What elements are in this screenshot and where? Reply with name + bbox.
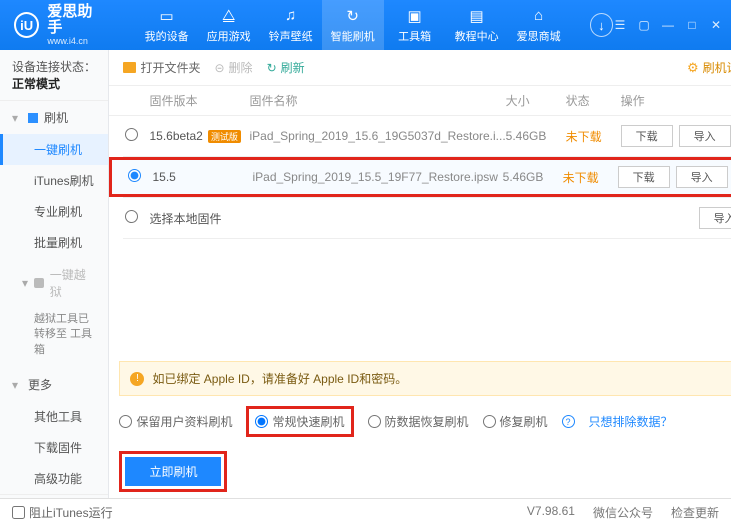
sidebar-item-other[interactable]: 其他工具: [0, 401, 108, 432]
opt-repair[interactable]: 修复刷机: [483, 413, 548, 430]
opt-keep-data[interactable]: 保留用户资料刷机: [119, 413, 232, 430]
flash-settings-button[interactable]: ⚙刷机设置: [687, 59, 731, 76]
brand: 爱思助手 www.i4.cn: [47, 4, 105, 47]
wechat-link[interactable]: 微信公众号: [593, 504, 653, 521]
sidebar-item-batch[interactable]: 批量刷机: [0, 227, 108, 258]
sidebar-item-pro[interactable]: 专业刷机: [0, 196, 108, 227]
nav-flash[interactable]: ↻智能刷机: [322, 0, 384, 50]
sidebar-item-dlfw[interactable]: 下载固件: [0, 432, 108, 463]
sidebar-item-oneclick[interactable]: 一键刷机: [0, 134, 108, 165]
info-icon[interactable]: ?: [562, 415, 575, 428]
cart-icon: ⌂: [530, 7, 548, 25]
refresh-icon: ↻: [344, 7, 362, 25]
version-label: V7.98.61: [527, 504, 575, 521]
jailbreak-note: 越狱工具已转移至 工具箱: [0, 308, 108, 368]
nav-tools[interactable]: ▣工具箱: [384, 0, 446, 50]
book-icon: ▤: [468, 7, 486, 25]
gear-icon: ⚙: [687, 60, 699, 76]
nav-tutorials[interactable]: ▤教程中心: [446, 0, 508, 50]
local-firmware-row[interactable]: 选择本地固件 导入: [109, 198, 731, 238]
section-flash[interactable]: ▾刷机: [0, 101, 108, 134]
toolbox-icon: ▣: [406, 7, 424, 25]
nav-mall[interactable]: ⌂爱思商城: [508, 0, 570, 50]
opt-antirecover[interactable]: 防数据恢复刷机: [368, 413, 469, 430]
note-icon: ♫: [282, 7, 300, 25]
firmware-row[interactable]: 15.5 iPad_Spring_2019_15.5_19F77_Restore…: [109, 157, 731, 197]
delete-button[interactable]: ⊝删除: [214, 59, 252, 76]
firmware-radio[interactable]: [125, 210, 138, 223]
check-update-link[interactable]: 检查更新: [671, 504, 719, 521]
refresh-button[interactable]: ↻刷新: [267, 59, 305, 76]
firmware-radio[interactable]: [125, 128, 138, 141]
nav-ringtones[interactable]: ♫铃声壁纸: [260, 0, 322, 50]
trash-icon: ⊝: [214, 61, 224, 75]
warning-banner: ! 如已绑定 Apple ID，请准备好 Apple ID和密码。 ✕: [119, 361, 731, 396]
section-more[interactable]: ▾更多: [0, 368, 108, 401]
minimize-icon[interactable]: —: [661, 18, 675, 32]
import-button[interactable]: 导入: [679, 125, 731, 147]
warning-icon: !: [130, 372, 144, 386]
close-icon[interactable]: ✕: [709, 18, 723, 32]
pin-icon[interactable]: ▢: [637, 18, 651, 32]
app-icon: ⧋: [220, 7, 238, 25]
folder-icon: [123, 62, 136, 73]
download-button[interactable]: 下载: [618, 166, 670, 188]
nav-apps[interactable]: ⧋应用游戏: [198, 0, 260, 50]
download-button[interactable]: 下载: [621, 125, 673, 147]
phone-icon: ▭: [158, 7, 176, 25]
firmware-row[interactable]: 15.6beta2测试版 iPad_Spring_2019_15.6_19G50…: [109, 116, 731, 156]
section-jailbreak[interactable]: ▾一键越狱: [0, 258, 108, 308]
lock-icon: [34, 278, 44, 288]
import-button[interactable]: 导入: [699, 207, 731, 229]
nav-my-device[interactable]: ▭我的设备: [136, 0, 198, 50]
download-manager-icon[interactable]: ↓: [590, 13, 613, 37]
exclude-data-link[interactable]: 只想排除数据？: [589, 413, 673, 430]
logo-icon: iU: [14, 12, 39, 38]
import-button[interactable]: 导入: [676, 166, 728, 188]
maximize-icon[interactable]: □: [685, 18, 699, 32]
sidebar-item-advanced[interactable]: 高级功能: [0, 463, 108, 494]
table-header: 固件版本固件名称大小状态操作: [109, 86, 731, 116]
menu-icon[interactable]: ☰: [613, 18, 627, 32]
connection-state: 设备连接状态：正常模式: [0, 50, 108, 101]
block-itunes-checkbox[interactable]: 阻止iTunes运行: [12, 504, 113, 521]
run-flash-button[interactable]: 立即刷机: [125, 457, 221, 486]
opt-fast[interactable]: 常规快速刷机: [246, 406, 353, 437]
open-folder-button[interactable]: 打开文件夹: [123, 59, 200, 76]
firmware-radio[interactable]: [128, 169, 141, 182]
sidebar-item-itunes[interactable]: iTunes刷机: [0, 165, 108, 196]
reload-icon: ↻: [267, 61, 277, 75]
